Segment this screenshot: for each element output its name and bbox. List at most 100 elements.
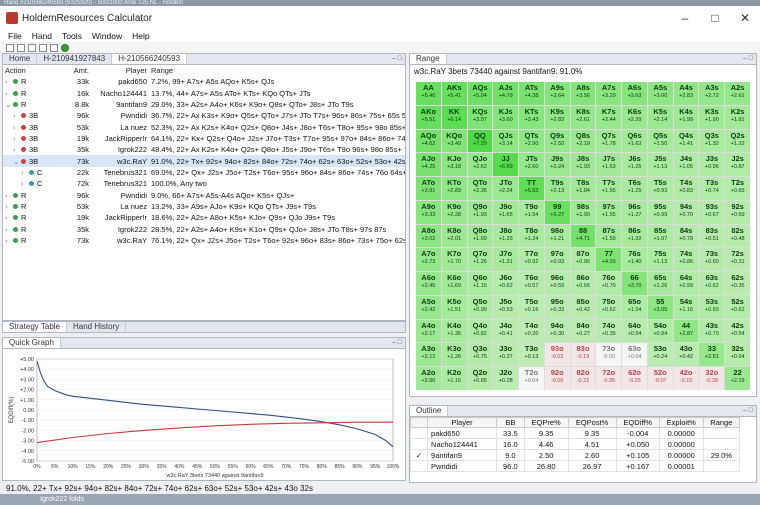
hand-cell[interactable]: T6s +1.25 xyxy=(622,177,647,200)
hand-cell[interactable]: A4o +2.17 xyxy=(416,319,441,343)
outline-col-header[interactable]: BB xyxy=(495,417,525,428)
hand-cell[interactable]: 92o -0.05 xyxy=(544,367,570,390)
hand-cell[interactable]: 96s +1.27 xyxy=(622,200,647,224)
hand-cell[interactable]: A7o +2.73 xyxy=(416,248,441,272)
hand-cell[interactable]: A9s +3.64 xyxy=(544,82,570,105)
action-row[interactable]: › R 73k w3c.RaY 76.1%, 22+ Qx+ J2s+ J5o+ T2s… xyxy=(3,235,405,246)
hand-cell[interactable]: 54s +1.16 xyxy=(673,295,699,319)
hand-cell[interactable]: Q3o +0.75 xyxy=(467,343,493,367)
hand-cell[interactable]: A3s +2.72 xyxy=(699,82,725,105)
menu-tools[interactable]: Tools xyxy=(62,31,82,41)
hand-cell[interactable]: AA +5.40 xyxy=(416,82,441,105)
tab-hand-2[interactable]: H-210566240593 xyxy=(112,54,188,64)
hand-cell[interactable]: T4o +0.20 xyxy=(519,319,544,343)
hand-cell[interactable]: 76s +1.40 xyxy=(622,248,647,272)
hand-cell[interactable]: 86o +0.66 xyxy=(570,272,596,295)
maximize-button[interactable]: □ xyxy=(700,6,730,30)
hand-cell[interactable]: 43o +0.42 xyxy=(673,343,699,367)
hand-cell[interactable]: A8o +3.02 xyxy=(416,224,441,248)
hand-cell[interactable]: 74s +0.86 xyxy=(673,248,699,272)
action-row[interactable]: › R 19k JackRipper!r 18.6%, 22+ A2s+ A8o+ K5… xyxy=(3,212,405,223)
hand-cell[interactable]: K7s +2.44 xyxy=(596,105,622,129)
run-icon[interactable] xyxy=(61,43,69,52)
hand-cell[interactable]: 97s +1.55 xyxy=(596,200,622,224)
hand-cell[interactable]: AQo +4.62 xyxy=(416,129,441,153)
hand-cell[interactable]: J6o +0.62 xyxy=(493,272,519,295)
chevron-right-icon[interactable]: › xyxy=(5,213,12,222)
action-row[interactable]: › R 16k Nacho124441 13.7%, 44+ A7s+ A5s ATo+… xyxy=(3,87,405,98)
hand-cell[interactable]: Q9o +1.93 xyxy=(467,200,493,224)
action-row[interactable]: › 3B 96k Pwndidi 36.7%, 22+ Ax K3s+ K9o+ Q5s… xyxy=(3,110,405,121)
hand-cell[interactable]: 95s +0.99 xyxy=(647,200,673,224)
hand-cell[interactable]: Q7s +1.78 xyxy=(596,129,622,153)
hand-cell[interactable]: 75o +0.62 xyxy=(596,295,622,319)
hand-cell[interactable]: T6o +0.57 xyxy=(519,272,544,295)
col-player[interactable]: Player xyxy=(91,65,149,76)
hand-cell[interactable]: K8o +2.01 xyxy=(441,224,467,248)
hand-cell[interactable]: A3o +2.12 xyxy=(416,343,441,367)
hand-cell[interactable]: 83s +0.51 xyxy=(699,224,725,248)
hand-cell[interactable]: 64o +0.54 xyxy=(622,319,647,343)
menu-hand[interactable]: Hand xyxy=(32,31,52,41)
hand-cell[interactable]: A8s +3.56 xyxy=(570,82,596,105)
hand-cell[interactable]: Q8o +1.69 xyxy=(467,224,493,248)
hand-cell[interactable]: J2s +0.87 xyxy=(725,153,750,177)
chevron-right-icon[interactable]: › xyxy=(5,225,12,234)
hand-cell[interactable]: Q6o +1.15 xyxy=(467,272,493,295)
hand-cell[interactable]: J7o +1.31 xyxy=(493,248,519,272)
hand-cell[interactable]: 88 +4.71 xyxy=(570,224,596,248)
tab-strategy-table[interactable]: Strategy Table xyxy=(3,322,67,332)
hand-cell[interactable]: KQs +3.97 xyxy=(467,105,493,129)
action-row[interactable]: › 3B 19k JackRipper!r 64.1%, 22+ Kx+ Q2s+ Q4… xyxy=(3,133,405,144)
hand-cell[interactable]: AJs +4.79 xyxy=(493,82,519,105)
hand-cell[interactable]: K9s +2.83 xyxy=(544,105,570,129)
hand-cell[interactable]: J9o +1.65 xyxy=(493,200,519,224)
hand-cell[interactable]: 96o +0.59 xyxy=(544,272,570,295)
hand-cell[interactable]: 85o +0.42 xyxy=(570,295,596,319)
hand-cell[interactable]: QJo +2.62 xyxy=(467,153,493,177)
checkbox-cell[interactable] xyxy=(409,427,429,439)
hand-cell[interactable]: J6s +1.25 xyxy=(622,153,647,177)
hand-cell[interactable]: 95o +0.33 xyxy=(544,295,570,319)
hand-cell[interactable]: K4s +1.99 xyxy=(673,105,699,129)
hand-cell[interactable]: 33 +2.51 xyxy=(699,343,725,367)
chevron-right-icon[interactable]: › xyxy=(21,168,28,177)
hand-cell[interactable]: J3o +0.37 xyxy=(493,343,519,367)
hand-cell[interactable]: 65s +1.26 xyxy=(647,272,673,295)
hand-cell[interactable]: J4s +1.05 xyxy=(673,153,699,177)
hand-cell[interactable]: J5s +1.13 xyxy=(647,153,673,177)
hand-cell[interactable]: 55 +3.05 xyxy=(647,295,673,319)
hand-cell[interactable]: 94o +0.30 xyxy=(544,319,570,343)
hand-cell[interactable]: 42o -0.15 xyxy=(673,367,699,390)
hand-cell[interactable]: A4s +2.83 xyxy=(673,82,699,105)
outline-col-header[interactable]: Player xyxy=(427,417,497,428)
menu-help[interactable]: Help xyxy=(132,31,149,41)
hand-cell[interactable]: JTo +2.24 xyxy=(493,177,519,200)
action-row[interactable]: › 3B 53k La nuez 52.3%, 22+ Ax K2s+ K4o+ Q2s… xyxy=(3,121,405,132)
hand-cell[interactable]: K5o +1.51 xyxy=(441,295,467,319)
hand-cell[interactable]: 66 +3.70 xyxy=(622,272,647,295)
outline-col-header[interactable] xyxy=(409,417,429,428)
hand-cell[interactable]: Q8s +2.19 xyxy=(570,129,596,153)
col-amount[interactable]: Amt. xyxy=(61,65,91,76)
hand-cell[interactable]: J9s +2.24 xyxy=(544,153,570,177)
hand-cell[interactable]: 75s +1.13 xyxy=(647,248,673,272)
tab-outline[interactable]: Outline xyxy=(410,406,449,416)
minimize-button[interactable]: – xyxy=(670,6,700,30)
hand-cell[interactable]: T3s +0.74 xyxy=(699,177,725,200)
panel-controls-icon[interactable]: – □ xyxy=(743,55,753,62)
chevron-right-icon[interactable]: › xyxy=(5,202,12,211)
hand-cell[interactable]: 98o +1.21 xyxy=(544,224,570,248)
action-row[interactable]: › R 53k La nuez 13.2%, 33+ A9s+ AJo+ K9s+ KQ… xyxy=(3,201,405,212)
hand-cell[interactable]: 84o +0.27 xyxy=(570,319,596,343)
action-row[interactable]: › 3B 35k Igrok222 48.4%, 22+ Ax K2s+ K4o+ Q2… xyxy=(3,144,405,155)
hand-cell[interactable]: 73o -0.00 xyxy=(596,343,622,367)
hand-cell[interactable]: A5o +2.42 xyxy=(416,295,441,319)
hand-cell[interactable]: K3o +1.26 xyxy=(441,343,467,367)
action-row[interactable]: › C 22k Tenebrus321 69.0%, 22+ Qx+ J2s+ J5o+… xyxy=(3,167,405,178)
hand-cell[interactable]: 32s +0.64 xyxy=(725,343,750,367)
col-range[interactable]: Range xyxy=(149,65,405,76)
hand-cell[interactable]: 32o -0.28 xyxy=(699,367,725,390)
action-row[interactable]: › R 33k pakd650 7.2%, 99+ A7s+ A5s AQo+ K5s+… xyxy=(3,76,405,87)
hand-cell[interactable]: 85s +1.07 xyxy=(647,224,673,248)
